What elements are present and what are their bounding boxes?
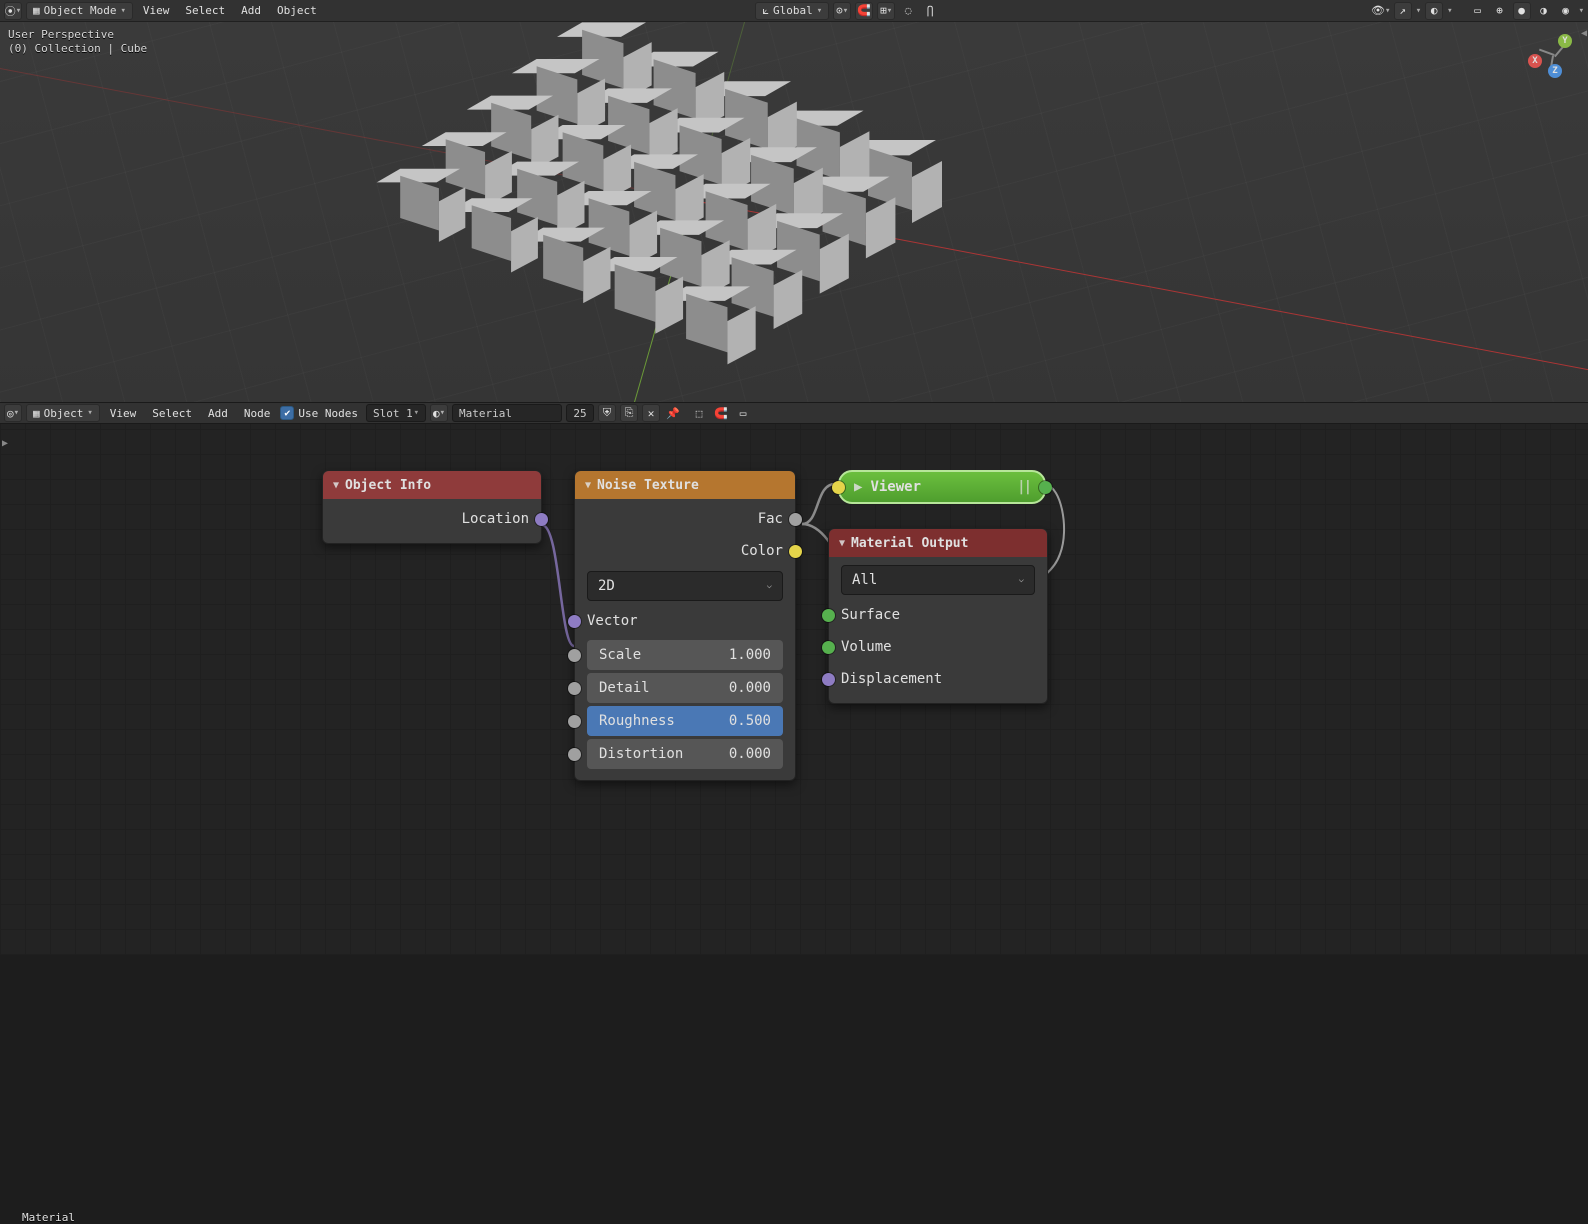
noise-param-distortion[interactable]: Distortion0.000 [587,739,783,769]
ne-menu-view[interactable]: View [104,407,143,420]
vp-menu-add[interactable]: Add [235,4,267,17]
gizmo-z-icon[interactable]: Z [1548,64,1562,78]
cube-array [430,30,970,402]
overlay-toggle-icon[interactable]: ◐ [1425,2,1443,20]
ne-overlay-icon[interactable]: ▭ [734,404,752,422]
socket-vector-in[interactable] [568,615,581,628]
unlink-material-icon[interactable]: ✕ [642,404,660,422]
shading-matprev-icon[interactable]: ◑ [1535,2,1553,20]
material-target-dropdown[interactable]: All⌵ [841,565,1035,595]
vp-menu-object[interactable]: Object [271,4,323,17]
node-noise-texture[interactable]: ▼Noise Texture Fac Color 2D⌵ Vector Scal… [574,470,796,781]
axis-x-line [693,200,1588,402]
output-location[interactable]: Location [323,503,541,535]
nav-gizmo[interactable]: X Y Z [1528,30,1580,82]
socket-surface-in[interactable] [822,609,835,622]
material-browse-icon[interactable]: ◐▾ [430,404,448,422]
snap-icon[interactable]: 🧲 [855,2,873,20]
material-name-field[interactable]: Material [452,404,562,422]
ne-toolbar-toggle[interactable]: ▶ [0,436,10,451]
shading-solid-icon[interactable]: ● [1513,2,1531,20]
orientation-dropdown[interactable]: ⟀ Global ▾ [755,2,829,20]
chevron-down-icon: ⌵ [1019,575,1024,585]
axis-y-line [141,200,693,402]
noise-dimensions-dropdown[interactable]: 2D⌵ [587,571,783,601]
shading-rendered-icon[interactable]: ◉ [1557,2,1575,20]
input-vector[interactable]: Vector [575,605,795,637]
snap-mode-icon[interactable]: ⊞▾ [877,2,895,20]
axis-y-line-neg [693,22,1245,200]
viewer-options-icon[interactable]: || [1017,479,1030,495]
socket-roughness-in[interactable] [568,715,581,728]
socket-volume-in[interactable] [822,641,835,654]
socket-viewer-in[interactable] [832,481,845,494]
socket-color-out[interactable] [789,545,802,558]
gizmo-y-icon[interactable]: Y [1558,34,1572,48]
editor-type-icon[interactable]: ⦿▾ [4,2,22,20]
ne-snap-icon[interactable]: 🧲 [712,404,730,422]
vp-menu-select[interactable]: Select [179,4,231,17]
output-color[interactable]: Color [575,535,795,567]
3d-cursor-icon [682,189,704,211]
ne-menu-add[interactable]: Add [202,407,234,420]
ne-parent-icon[interactable]: ⬚ [690,404,708,422]
noise-param-roughness[interactable]: Roughness0.500 [587,706,783,736]
slot-dropdown[interactable]: Slot 1▾ [366,404,426,422]
ne-mode-dropdown[interactable]: ▦ Object ▾ [26,404,100,422]
node-editor-canvas[interactable]: ▶ ▼Object Info Location ▼Noise Texture F… [0,424,1588,955]
use-nodes-label: Use Nodes [298,407,358,420]
node-title[interactable]: ▼Object Info [323,471,541,499]
proportional-icon[interactable]: ◌ [899,2,917,20]
proportional-falloff-icon[interactable]: ⋂ [921,2,939,20]
node-title[interactable]: ▼Material Output [829,529,1047,557]
input-volume[interactable]: Volume [829,631,1047,663]
fake-user-icon[interactable]: ⛨ [598,404,616,422]
view-name: User Perspective [8,28,147,42]
input-surface[interactable]: Surface [829,599,1047,631]
ne-menu-node[interactable]: Node [238,407,277,420]
socket-fac-out[interactable] [789,513,802,526]
socket-scale-in[interactable] [568,649,581,662]
chevron-down-icon: ⌵ [767,581,772,591]
socket-detail-in[interactable] [568,682,581,695]
shading-wire-icon[interactable]: ⊕ [1491,2,1509,20]
noise-param-detail[interactable]: Detail0.000 [587,673,783,703]
node-path-label: Material [22,1211,75,1224]
collapse-icon[interactable]: ▼ [839,538,845,549]
pin-icon[interactable]: 📌 [664,404,682,422]
vp-menu-view[interactable]: View [137,4,176,17]
node-viewer[interactable]: ▶ Viewer || [838,470,1046,504]
input-displacement[interactable]: Displacement [829,663,1047,695]
visibility-icon[interactable]: 👁▾ [1372,2,1390,20]
viewport-header: ⦿▾ ▦ Object Mode ▾ View Select Add Objec… [0,0,1588,22]
xray-icon[interactable]: ▭ [1469,2,1487,20]
material-users[interactable]: 25 [566,404,594,422]
socket-viewer-out[interactable] [1039,481,1052,494]
collapse-icon[interactable]: ▼ [333,480,339,491]
socket-location-out[interactable] [535,513,548,526]
node-editor-header: ◎▾ ▦ Object ▾ View Select Add Node ✔ Use… [0,402,1588,424]
3d-viewport[interactable]: User Perspective (0) Collection | Cube X… [0,22,1588,402]
node-object-info[interactable]: ▼Object Info Location [322,470,542,544]
use-nodes-checkbox[interactable]: ✔ [280,406,294,420]
new-material-icon[interactable]: ⎘ [620,404,638,422]
socket-distortion-in[interactable] [568,748,581,761]
ne-editor-type-icon[interactable]: ◎▾ [4,404,22,422]
mode-dropdown[interactable]: ▦ Object Mode ▾ [26,2,133,20]
node-material-output[interactable]: ▼Material Output All⌵ Surface Volume Dis… [828,528,1048,704]
output-fac[interactable]: Fac [575,503,795,535]
collapse-icon[interactable]: ▼ [585,480,591,491]
socket-displacement-in[interactable] [822,673,835,686]
node-title[interactable]: ▼Noise Texture [575,471,795,499]
gizmo-toggle-icon[interactable]: ↗ [1394,2,1412,20]
pivot-icon[interactable]: ⊙▾ [833,2,851,20]
viewport-info-overlay: User Perspective (0) Collection | Cube [8,28,147,56]
expand-icon[interactable]: ▶ [854,479,862,495]
noise-param-scale[interactable]: Scale1.000 [587,640,783,670]
n-panel-toggle[interactable]: ◀ [1580,28,1588,402]
active-object-path: (0) Collection | Cube [8,42,147,56]
gizmo-x-icon[interactable]: X [1528,54,1542,68]
mode-label: Object Mode [44,4,117,17]
ne-menu-select[interactable]: Select [146,407,198,420]
